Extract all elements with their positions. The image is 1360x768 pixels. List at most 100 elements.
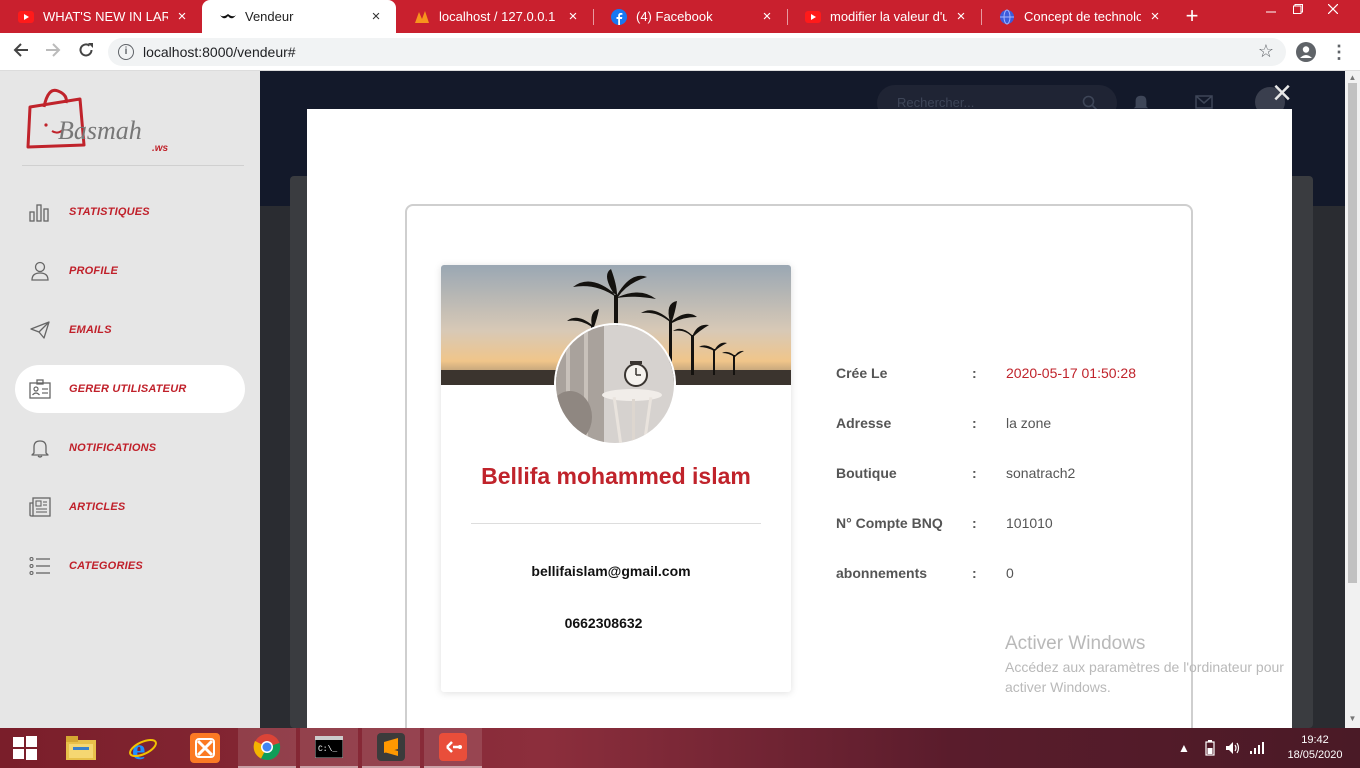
profile-name: Bellifa mohammed islam [481,463,751,489]
scrollbar-thumb[interactable] [1348,83,1357,583]
browser-tab[interactable]: Concept de technologie × [981,0,1175,33]
user-icon [29,260,51,282]
detail-separator: : [972,565,977,581]
paper-plane-icon [29,319,51,341]
profile-phone: 0662308632 [564,615,643,631]
detail-value: 101010 [1006,515,1053,531]
sidebar-item-label: PROFILE [69,265,119,277]
taskbar-clock[interactable]: 19:42 18/05/2020 [1275,733,1355,763]
close-icon[interactable]: × [174,8,190,25]
tab-title: modifier la valeur d'une [830,9,947,24]
maximize-icon[interactable] [1283,0,1313,22]
sidebar-item-statistiques[interactable]: STATISTIQUES [15,188,245,236]
browser-tab-strip: WHAT'S NEW IN LARAVEL × Vendeur × localh… [0,0,1360,33]
modal-close-icon[interactable]: × [1268,76,1296,110]
tab-title: Vendeur [245,9,294,24]
scroll-down-icon[interactable]: ▼ [1345,714,1360,726]
youtube-icon [18,9,34,25]
info-icon[interactable]: i [118,44,134,60]
wifi-icon[interactable] [1249,728,1265,768]
activation-watermark-title: Activer Windows [1005,633,1146,654]
activation-watermark-subtitle: Accédez aux paramètres de l'ordinateur p… [1005,659,1284,695]
xampp-icon[interactable] [176,728,234,768]
close-icon[interactable]: × [368,8,384,25]
chrome-icon[interactable] [238,728,296,768]
battery-icon[interactable] [1205,728,1215,768]
browser-tab[interactable]: (4) Facebook × [593,0,787,33]
minimize-icon[interactable] [1256,0,1286,22]
browser-tab-active[interactable]: Vendeur × [202,0,396,33]
phpmyadmin-icon [414,9,430,25]
detail-label: N° Compte BNQ [836,515,943,531]
sidebar-item-label: EMAILS [69,324,112,336]
tab-title: Concept de technologie [1024,9,1141,24]
sidebar-item-label: NOTIFICATIONS [69,442,157,454]
close-icon[interactable]: × [953,8,969,25]
windows-taskbar: e C:\_ ▲ 19:42 18/05/2020 [0,728,1360,768]
brand-suffix: .ws [152,143,169,154]
detail-separator: : [972,515,977,531]
detail-label: Crée Le [836,365,888,381]
detail-value: 0 [1006,565,1014,581]
internet-explorer-icon[interactable]: e [114,728,172,768]
window-close-icon[interactable] [1318,0,1348,22]
svg-text:e: e [132,733,145,763]
profile-avatar [554,323,676,445]
detail-value: sonatrach2 [1006,465,1076,481]
sidebar-item-label: CATEGORIES [69,560,143,572]
profile-avatar-icon[interactable] [1296,42,1316,62]
svg-text:C:\_: C:\_ [318,745,337,754]
tray-chevron-icon[interactable]: ▲ [1178,728,1190,768]
sidebar-item-notifications[interactable]: NOTIFICATIONS [15,424,245,472]
sidebar-item-articles[interactable]: ARTICLES [15,483,245,531]
detail-separator: : [972,415,977,431]
bookmark-star-icon[interactable]: ☆ [1258,41,1274,62]
close-icon[interactable]: × [759,8,775,25]
newspaper-icon [29,496,51,518]
browser-tab[interactable]: localhost / 127.0.0.1 / ba × [396,0,593,33]
detail-separator: : [972,465,977,481]
youtube-icon [805,9,821,25]
close-icon[interactable]: × [1147,8,1163,25]
sidebar-item-emails[interactable]: EMAILS [15,306,245,354]
clock-date: 18/05/2020 [1287,749,1343,761]
sidebar-item-categories[interactable]: CATEGORIES [15,542,245,590]
address-bar[interactable]: i localhost:8000/vendeur# ☆ [108,38,1286,66]
detail-value: la zone [1006,415,1052,431]
windows-logo-icon [13,736,37,760]
basmah-logo[interactable]: Basmah .ws [22,85,182,155]
sidebar-item-label: GERER UTILISATEUR [69,383,187,395]
close-icon[interactable]: × [565,8,581,25]
command-prompt-icon[interactable]: C:\_ [300,728,358,768]
page-scrollbar[interactable]: ▲ ▼ [1345,71,1360,728]
tab-title: WHAT'S NEW IN LARAVEL [43,9,168,24]
volume-icon[interactable] [1225,728,1241,768]
file-explorer-icon[interactable] [52,728,110,768]
browser-tab[interactable]: WHAT'S NEW IN LARAVEL × [0,0,202,33]
new-tab-button[interactable]: + [1180,4,1204,28]
back-icon[interactable] [10,41,32,63]
sidebar-item-profile[interactable]: PROFILE [15,247,245,295]
sidebar: Basmah .ws STATISTIQUES PROFILE EMAILS G… [0,71,260,728]
brand-name: Basmah [58,116,142,145]
git-icon[interactable] [424,728,482,768]
browser-toolbar: i localhost:8000/vendeur# ☆ ⋮ [0,33,1360,71]
detail-separator: : [972,365,977,381]
start-button[interactable] [0,728,50,768]
kebab-menu-icon[interactable]: ⋮ [1330,41,1348,63]
logo-divider [22,165,244,166]
sidebar-item-gerer-utilisateur[interactable]: GERER UTILISATEUR [15,365,245,413]
tab-title: localhost / 127.0.0.1 / ba [439,9,559,24]
sublime-text-icon[interactable] [362,728,420,768]
forward-icon[interactable] [42,41,64,63]
url-text: localhost:8000/vendeur# [143,44,296,60]
detail-value: 2020-05-17 01:50:28 [1006,365,1136,381]
detail-label: Boutique [836,465,897,481]
browser-tab[interactable]: modifier la valeur d'une × [787,0,981,33]
profile-email: bellifaislam@gmail.com [531,563,691,579]
detail-label: Adresse [836,415,892,431]
sidebar-item-label: ARTICLES [69,501,126,513]
reload-icon[interactable] [75,41,97,63]
profile-card: Bellifa mohammed islam bellifaislam@gmai… [441,265,791,692]
facebook-icon [611,8,627,25]
